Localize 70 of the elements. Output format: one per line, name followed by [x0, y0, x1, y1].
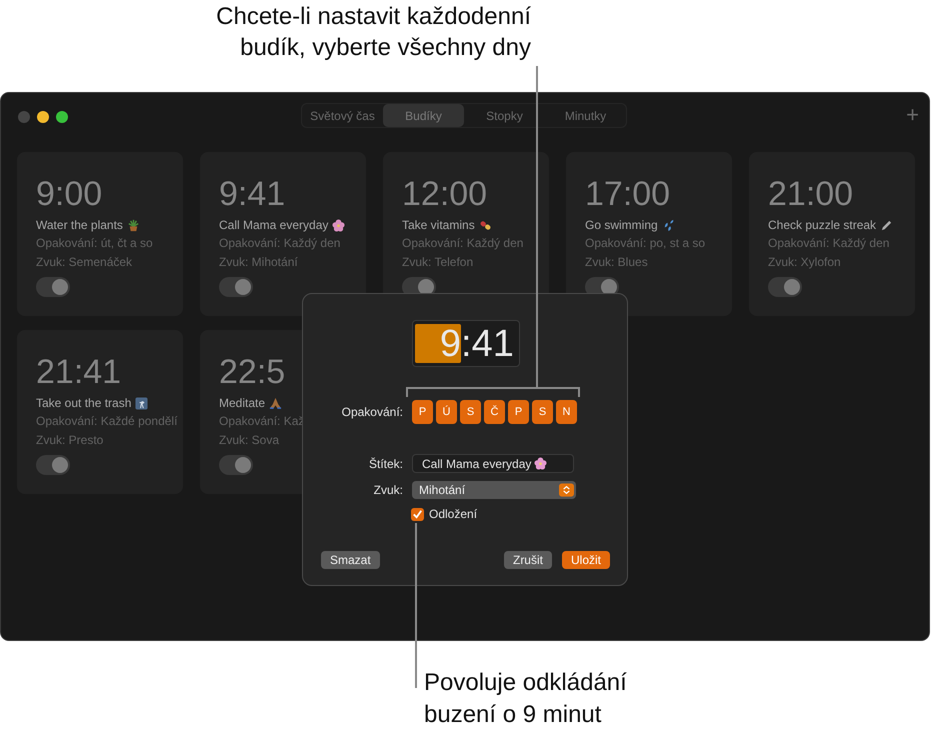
sound-text: Zvuk: Mihotání [219, 254, 298, 271]
save-button[interactable]: Uložit [562, 551, 610, 569]
alarm-time: 9:41 [219, 174, 286, 214]
callout-text: Chcete-li nastavit každodenní [216, 2, 531, 32]
pill-icon [478, 218, 492, 232]
minute-field[interactable]: 41 [472, 324, 514, 364]
alarm-label: Take out the trash [36, 395, 132, 411]
checkbox[interactable] [411, 508, 424, 520]
toggle-switch[interactable] [36, 455, 70, 475]
plant-icon [126, 218, 140, 232]
alarm-time: 21:00 [768, 174, 854, 214]
tab[interactable]: Světový čas [302, 104, 383, 127]
day-button[interactable]: P [412, 400, 433, 424]
sound-dropdown[interactable]: Mihotání [412, 481, 576, 499]
cancel-button[interactable]: Zrušit [504, 551, 552, 569]
sound-text: Zvuk: Presto [36, 432, 104, 449]
tab[interactable]: Minutky [545, 104, 626, 127]
alarm-time: 12:00 [402, 174, 488, 214]
toggle-switch[interactable] [219, 455, 253, 475]
flower-icon [332, 218, 346, 232]
alarm-time: 17:00 [585, 174, 670, 214]
pencil-icon [880, 218, 894, 232]
stepper-icon [559, 483, 574, 497]
alarm-time: 21:41 [36, 352, 122, 392]
time-separator: : [461, 324, 472, 364]
repeat-text: Opakování: Každé pondělí [36, 413, 178, 430]
sound-text: Zvuk: Sova [219, 432, 280, 449]
add-button[interactable]: + [906, 104, 919, 126]
callout-text: Povoluje odkládání [424, 668, 627, 698]
minimize-button[interactable] [37, 110, 49, 122]
sound-text: Zvuk: Semenáček [36, 254, 132, 271]
day-button[interactable]: N [556, 400, 577, 424]
repeat-text: Opakování: Každý den [402, 235, 524, 252]
field-label: Štítek: [368, 456, 403, 470]
flower-icon [534, 457, 548, 470]
repeat-text: Opakování: út, čt a so [36, 235, 153, 252]
zoom-button[interactable] [56, 110, 68, 122]
alarm-label: Call Mama everyday [219, 217, 328, 233]
alarm-time: 22:5 [219, 352, 286, 392]
alarm-label: Meditate [219, 395, 266, 411]
time-field[interactable]: 9:41 [412, 320, 520, 367]
toggle-switch[interactable] [219, 277, 253, 297]
alarm-label: Check puzzle streak [768, 217, 876, 233]
repeat-text: Opakování: po, st a so [585, 235, 706, 252]
field-label: Opakování: [340, 405, 403, 419]
toggle-switch[interactable] [36, 277, 70, 297]
sound-text: Zvuk: Telefon [402, 254, 474, 271]
toggle-switch[interactable] [768, 277, 802, 297]
sound-text: Zvuk: Xylofon [768, 254, 841, 271]
day-button[interactable]: P [508, 400, 529, 424]
tab[interactable]: Stopky [464, 104, 545, 127]
alarm-label: Take vitamins [402, 217, 475, 233]
tab[interactable]: Budíky [383, 104, 464, 127]
alarm-label: Go swimming [585, 217, 658, 233]
day-button[interactable]: Ú [436, 400, 457, 424]
hour-field[interactable]: 9 [415, 324, 461, 363]
callout-text: budík, vyberte všechny dny [240, 33, 531, 63]
field-label: Zvuk: [372, 483, 403, 497]
callout-text: buzení o 9 minut [424, 700, 602, 730]
day-button[interactable]: Č [484, 400, 505, 424]
delete-button[interactable]: Smazat [321, 551, 380, 569]
repeat-text: Opakování: Každý den [219, 235, 340, 252]
sound-text: Zvuk: Blues [585, 254, 648, 271]
label-field[interactable]: Call Mama everyday [412, 454, 574, 473]
checkbox-label: Odložení [429, 507, 478, 521]
day-button[interactable]: S [532, 400, 553, 424]
alarm-label: Water the plants [36, 217, 123, 233]
alarm-time: 9:00 [36, 174, 102, 214]
repeat-text: Opakování: Každý den [768, 235, 890, 252]
day-button[interactable]: S [460, 400, 481, 424]
